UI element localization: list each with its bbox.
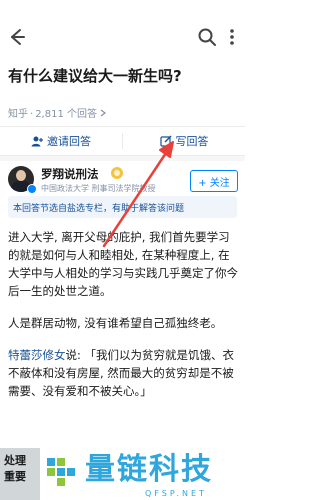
watermark-text: 量链科技 [85, 452, 213, 487]
watermark-url: QFSP.NET [145, 489, 207, 498]
site-name: 知乎 [8, 109, 28, 120]
author-name[interactable]: 罗翔说刑法 [41, 166, 99, 182]
watermark: 量链科技 QFSP.NET [45, 452, 245, 500]
edit-pencil-icon [159, 135, 171, 147]
write-answer-label: 写回答 [175, 135, 209, 148]
answer-paragraph: 进入大学, 离开父母的庇护, 我们首先要学习的就是如何与人和睦相处, 在某种程度… [8, 230, 238, 298]
salt-column-notice[interactable]: 本回答节选自盐选专栏，有助于解答该问题 [8, 196, 237, 218]
back-arrow-icon[interactable] [6, 26, 28, 48]
answer-paragraph: 人是群居动物, 没有谁希望自己孤独终老。 [8, 316, 223, 330]
question-actions: 邀请回答 写回答 [0, 126, 245, 156]
mention-link[interactable]: 特蕾莎修女 [8, 348, 66, 362]
partial-bottom-text: 处理 重要 [4, 454, 26, 483]
search-icon[interactable] [196, 26, 218, 48]
top-navigation-bar [0, 0, 245, 62]
question-meta[interactable]: 知乎 · 2,811 个回答 [8, 105, 106, 120]
invite-answer-button[interactable]: 邀请回答 [0, 127, 122, 155]
author-medal-icon [111, 167, 123, 179]
author-description: 中国政法大学 刑事司法学院教授 [41, 184, 156, 193]
chevron-right-icon [100, 109, 106, 117]
answer-count: 2,811 个回答 [35, 109, 97, 120]
more-options-icon[interactable] [224, 26, 240, 48]
answer-paragraph: 特蕾莎修女说: 「我们以为贫穷就是饥饿、衣不蔽体和没有房屋, 然而最大的贫穷却是… [8, 346, 240, 400]
question-title[interactable]: 有什么建议给大一新生吗? [8, 66, 240, 86]
write-answer-button[interactable]: 写回答 [123, 127, 245, 155]
invite-answer-label: 邀请回答 [47, 135, 91, 148]
meta-separator: · [30, 109, 34, 120]
invite-icon [31, 136, 43, 147]
watermark-logo-icon [47, 458, 75, 486]
verified-badge-icon [27, 184, 37, 194]
answer-content: 进入大学, 离开父母的庇护, 我们首先要学习的就是如何与人和睦相处, 在某种程度… [8, 228, 240, 414]
follow-button[interactable]: + 关注 [190, 170, 238, 192]
section-gap [0, 156, 245, 161]
